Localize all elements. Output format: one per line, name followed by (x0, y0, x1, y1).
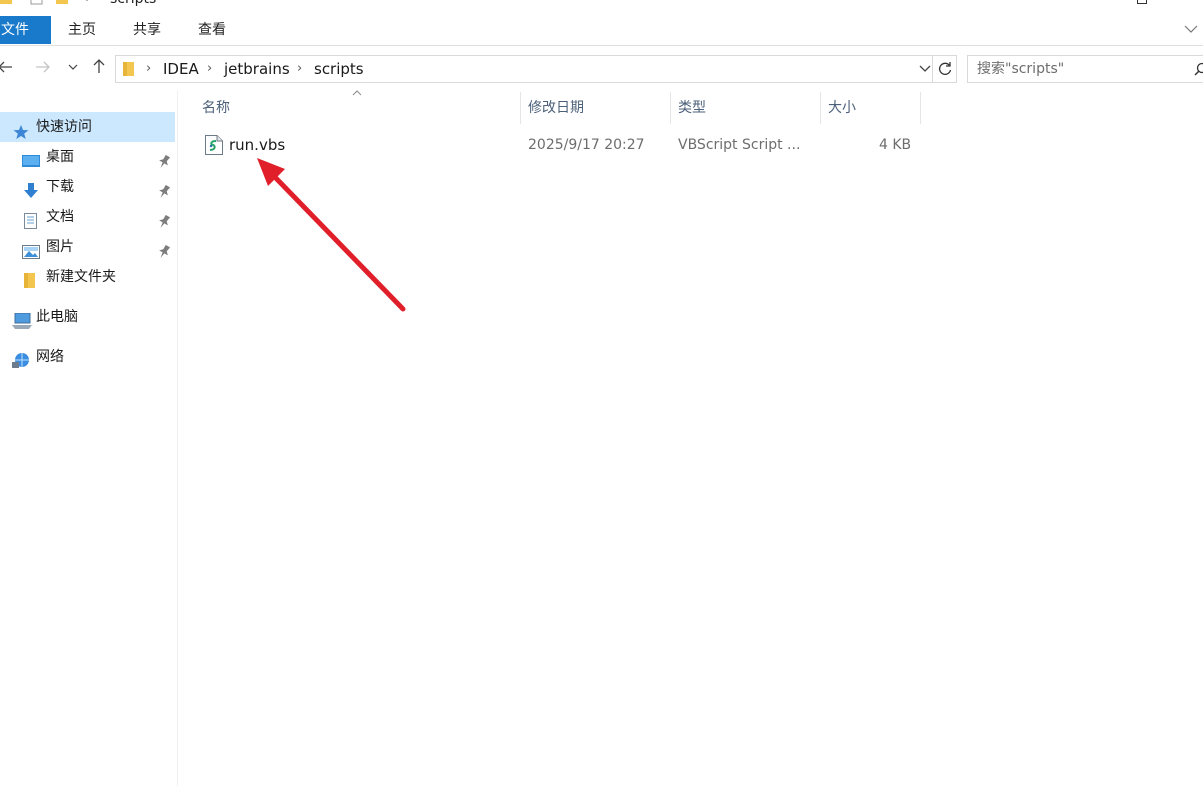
sidebar-item-label: 下载 (46, 179, 74, 195)
tab-file[interactable]: 文件 (0, 16, 51, 44)
pin-icon[interactable] (158, 240, 171, 259)
window-title: scripts (110, 0, 156, 7)
search-input[interactable] (968, 56, 1178, 82)
title-bar: scripts (0, 0, 1203, 10)
sidebar-item-downloads[interactable]: 下载 (0, 172, 175, 202)
column-header-type[interactable]: 类型 (678, 92, 706, 124)
computer-icon (12, 310, 32, 329)
forward-button[interactable] (32, 56, 54, 82)
tab-home[interactable]: 主页 (68, 16, 96, 44)
navigation-pane: 快速访问 桌面 下载 文档 图片 新建文件夹 此电脑 网络 (0, 90, 178, 786)
pin-icon[interactable] (158, 150, 171, 169)
sidebar-item-desktop[interactable]: 桌面 (0, 142, 175, 172)
file-type: VBScript Script ... (678, 137, 801, 153)
address-bar[interactable]: › IDEA › jetbrains › scripts (115, 55, 933, 83)
new-folder-icon[interactable] (56, 0, 70, 10)
file-list: 名称 修改日期 类型 大小 run.vbs 2025/9/17 20:27 VB… (185, 90, 1203, 786)
maximize-button[interactable] (1137, 0, 1147, 4)
tab-share[interactable]: 共享 (133, 16, 161, 44)
desktop-icon (22, 150, 40, 167)
column-header-modified[interactable]: 修改日期 (528, 92, 584, 124)
table-row[interactable]: run.vbs 2025/9/17 20:27 VBScript Script … (199, 130, 921, 160)
refresh-button[interactable] (933, 55, 957, 83)
sidebar-item-documents[interactable]: 文档 (0, 202, 175, 232)
file-explorer-window: scripts 文件 主页 共享 查看 › IDEA (0, 0, 1203, 786)
sidebar-item-this-pc[interactable]: 此电脑 (0, 302, 175, 332)
recent-locations-chevron-icon[interactable] (62, 56, 84, 82)
properties-icon[interactable] (30, 0, 44, 10)
sidebar-item-quick-access[interactable]: 快速访问 (0, 112, 175, 142)
sidebar-item-label: 文档 (46, 209, 74, 225)
folder-icon (123, 61, 135, 77)
column-divider[interactable] (520, 92, 521, 124)
breadcrumb-scripts[interactable]: scripts (314, 56, 364, 82)
breadcrumb-separator[interactable]: › (146, 56, 151, 82)
ribbon-expand-icon[interactable] (1184, 22, 1198, 36)
folder-icon (24, 270, 40, 288)
download-icon (23, 180, 39, 198)
navigation-bar: › IDEA › jetbrains › scripts (0, 52, 1203, 86)
column-header-size[interactable]: 大小 (828, 92, 856, 124)
up-button[interactable] (88, 56, 110, 82)
ribbon-tabs: 文件 主页 共享 查看 (0, 16, 1203, 46)
sidebar-item-pictures[interactable]: 图片 (0, 232, 175, 262)
search-icon[interactable] (1194, 62, 1203, 76)
file-name[interactable]: run.vbs (229, 130, 285, 160)
sidebar-item-label: 桌面 (46, 149, 74, 165)
back-button[interactable] (0, 56, 16, 82)
folder-icon (0, 0, 14, 10)
column-divider[interactable] (670, 92, 671, 124)
pin-icon[interactable] (158, 210, 171, 229)
address-dropdown-chevron-icon[interactable] (917, 55, 933, 83)
breadcrumb-separator[interactable]: › (207, 56, 212, 82)
file-modified: 2025/9/17 20:27 (528, 137, 645, 153)
sidebar-item-label: 图片 (46, 239, 74, 255)
sidebar-item-new-folder[interactable]: 新建文件夹 (0, 262, 175, 292)
breadcrumb-jetbrains[interactable]: jetbrains (224, 56, 290, 82)
star-icon (13, 120, 29, 139)
sidebar-item-label: 快速访问 (36, 119, 92, 135)
column-divider[interactable] (920, 92, 921, 124)
breadcrumb-separator[interactable]: › (297, 56, 302, 82)
column-divider[interactable] (820, 92, 821, 124)
sidebar-item-label: 网络 (36, 349, 64, 365)
document-icon (24, 210, 40, 229)
sidebar-item-label: 此电脑 (36, 309, 78, 325)
breadcrumb-idea[interactable]: IDEA (163, 56, 199, 82)
sidebar-item-label: 新建文件夹 (46, 269, 116, 285)
search-box[interactable] (967, 55, 1203, 83)
network-icon (12, 350, 29, 368)
file-size: 4 KB (879, 137, 912, 153)
sort-ascending-icon (352, 89, 362, 100)
sidebar-item-network[interactable]: 网络 (0, 342, 175, 372)
vbscript-file-icon (205, 135, 223, 155)
chevron-down-icon[interactable] (82, 0, 92, 10)
pictures-icon (22, 240, 40, 259)
column-header-name[interactable]: 名称 (202, 92, 230, 124)
tab-view[interactable]: 查看 (198, 16, 226, 44)
pin-icon[interactable] (158, 180, 171, 199)
